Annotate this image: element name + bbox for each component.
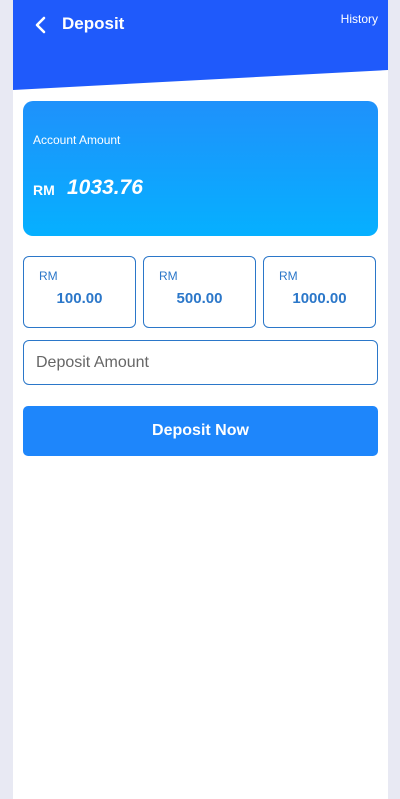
deposit-amount-input[interactable] — [23, 340, 378, 385]
back-button[interactable] — [29, 13, 53, 37]
header: Deposit History — [13, 0, 388, 92]
account-card: Account Amount RM 1033.76 — [23, 101, 378, 236]
quick-amount-value: 100.00 — [56, 290, 103, 307]
deposit-now-button[interactable]: Deposit Now — [23, 406, 378, 456]
quick-amount-currency: RM — [39, 269, 58, 283]
page-title: Deposit — [62, 14, 125, 33]
quick-amount-value: 500.00 — [176, 290, 223, 307]
quick-amount-100[interactable]: RM 100.00 — [23, 256, 136, 328]
quick-amount-currency: RM — [159, 269, 178, 283]
account-currency: RM — [33, 182, 55, 198]
deposit-screen: Deposit History Account Amount RM 1033.7… — [13, 0, 388, 799]
quick-amount-value: 1000.00 — [292, 290, 347, 307]
quick-amount-1000[interactable]: RM 1000.00 — [263, 256, 376, 328]
quick-amount-currency: RM — [279, 269, 298, 283]
chevron-left-icon — [35, 16, 46, 34]
account-amount-label: Account Amount — [33, 133, 121, 147]
account-balance: 1033.76 — [67, 176, 143, 199]
history-link[interactable]: History — [341, 12, 378, 26]
quick-amount-500[interactable]: RM 500.00 — [143, 256, 256, 328]
